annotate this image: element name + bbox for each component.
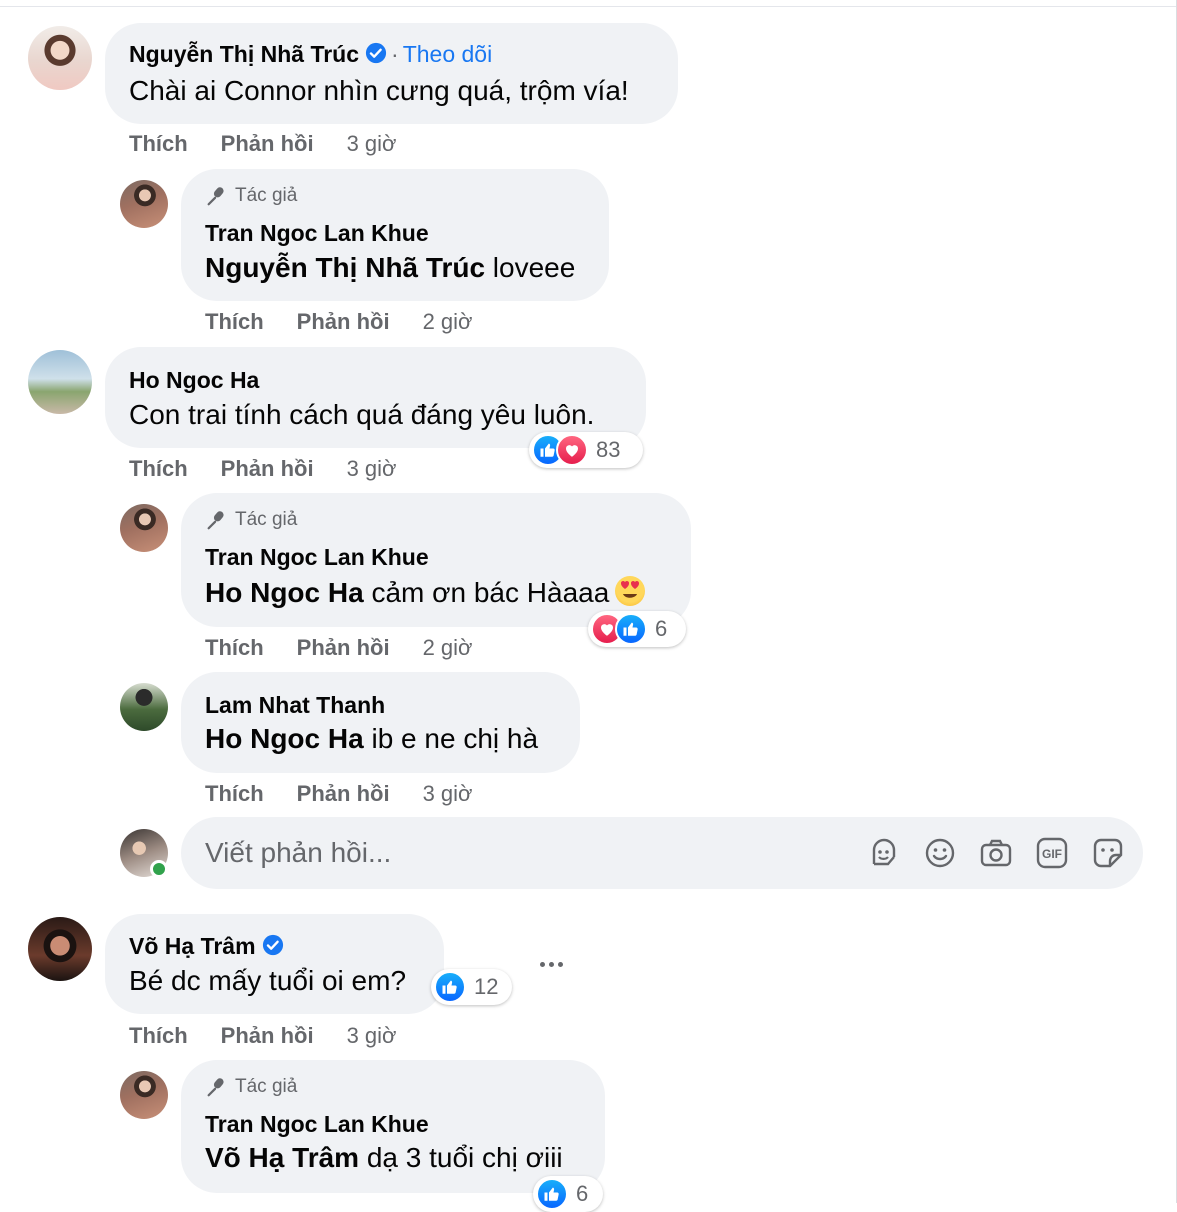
comment-author: Võ Hạ Trâm bbox=[129, 933, 284, 960]
reply-text-body: ib e ne chị hà bbox=[363, 723, 539, 754]
reaction-count: 83 bbox=[596, 437, 621, 462]
reply-text: Võ Hạ Trâm dạ 3 tuổi chị ơiii bbox=[205, 1142, 563, 1174]
reply-link[interactable]: Phản hồi bbox=[297, 635, 390, 661]
like-link[interactable]: Thích bbox=[205, 635, 264, 661]
reaction-summary[interactable]: 83 bbox=[529, 432, 643, 468]
like-link[interactable]: Thích bbox=[205, 309, 264, 335]
avatar[interactable] bbox=[28, 350, 92, 414]
reply-text-body: loveee bbox=[485, 252, 576, 283]
comment-timestamp[interactable]: 3 giờ bbox=[347, 131, 397, 157]
comment-timestamp[interactable]: 3 giờ bbox=[347, 456, 397, 482]
like-reaction-icon bbox=[536, 1178, 568, 1210]
heart-eyes-emoji-icon bbox=[615, 576, 646, 606]
mention-link[interactable]: Ho Ngoc Ha bbox=[205, 577, 364, 608]
reply-author-name[interactable]: Tran Ngoc Lan Khue bbox=[205, 1111, 429, 1138]
verified-badge-icon bbox=[262, 934, 283, 956]
reply-bubble: Lam Nhat Thanh Ho Ngoc Ha ib e ne chị hà bbox=[181, 672, 580, 773]
online-status-indicator bbox=[150, 860, 168, 878]
like-link[interactable]: Thích bbox=[129, 131, 188, 157]
author-badge-label: Tác giả bbox=[235, 509, 298, 530]
microphone-icon bbox=[207, 1078, 224, 1097]
love-reaction-icon bbox=[556, 434, 588, 466]
reply-text-body: cảm ơn bác Hàaaa bbox=[363, 577, 610, 608]
avatar[interactable] bbox=[28, 26, 92, 90]
reply-actions: Thích Phản hồi 2 giờ bbox=[205, 309, 472, 335]
reply-link[interactable]: Phản hồi bbox=[221, 131, 314, 157]
avatar[interactable] bbox=[28, 917, 92, 981]
reply-input-placeholder: Viết phản hồi... bbox=[205, 837, 392, 868]
verified-badge-icon bbox=[365, 42, 387, 64]
comment-author: Nguyễn Thị Nhã Trúc · Theo dõi bbox=[129, 41, 492, 68]
reply-bubble: Tác giả Tran Ngoc Lan Khue Nguyễn Thị Nh… bbox=[181, 169, 609, 301]
reaction-count: 12 bbox=[474, 974, 499, 999]
comment-text: Chài ai Connor nhìn cưng quá, trộm vía! bbox=[129, 75, 629, 106]
svg-text:GIF: GIF bbox=[1042, 847, 1062, 861]
reply-input[interactable]: Viết phản hồi... GIF bbox=[181, 817, 1143, 889]
reply-text: Nguyễn Thị Nhã Trúc loveee bbox=[205, 252, 575, 284]
top-divider bbox=[0, 6, 1177, 7]
reaction-count: 6 bbox=[576, 1181, 589, 1206]
reply-text: Ho Ngoc Ha cảm ơn bác Hàaaa bbox=[205, 576, 646, 609]
reply-author-name[interactable]: Lam Nhat Thanh bbox=[205, 692, 385, 719]
like-link[interactable]: Thích bbox=[129, 1023, 188, 1049]
reaction-count: 6 bbox=[655, 616, 668, 641]
reply-timestamp[interactable]: 3 giờ bbox=[423, 781, 473, 807]
reply-author-name[interactable]: Tran Ngoc Lan Khue bbox=[205, 544, 429, 571]
author-badge-label: Tác giả bbox=[235, 1076, 298, 1097]
reaction-summary[interactable]: 6 bbox=[588, 611, 686, 647]
reply-link[interactable]: Phản hồi bbox=[297, 781, 390, 807]
avatar-sticker-icon[interactable] bbox=[867, 836, 901, 870]
reply-text: Ho Ngoc Ha ib e ne chị hà bbox=[205, 723, 538, 755]
more-options-button[interactable] bbox=[533, 950, 569, 978]
comment-actions: Thích Phản hồi 3 giờ bbox=[129, 456, 396, 482]
like-link[interactable]: Thích bbox=[205, 781, 264, 807]
comment-author-name[interactable]: Võ Hạ Trâm bbox=[129, 933, 256, 959]
emoji-icon[interactable] bbox=[923, 836, 957, 870]
comment-bubble: Nguyễn Thị Nhã Trúc · Theo dõi Chài ai Con… bbox=[105, 23, 678, 124]
reply-bubble: Tác giả Tran Ngoc Lan Khue Võ Hạ Trâm dạ… bbox=[181, 1060, 605, 1193]
reply-link[interactable]: Phản hồi bbox=[297, 309, 390, 335]
comment-timestamp[interactable]: 3 giờ bbox=[347, 1023, 397, 1049]
mention-link[interactable]: Võ Hạ Trâm bbox=[205, 1142, 359, 1173]
comment-bubble: Võ Hạ Trâm Bé dc mấy tuổi oi em? bbox=[105, 914, 444, 1014]
like-reaction-icon bbox=[434, 971, 466, 1003]
sticker-icon[interactable] bbox=[1091, 836, 1125, 870]
reaction-summary[interactable]: 6 bbox=[533, 1176, 603, 1212]
avatar[interactable] bbox=[120, 504, 168, 552]
mention-link[interactable]: Nguyễn Thị Nhã Trúc bbox=[205, 252, 485, 283]
reply-bubble: Tác giả Tran Ngoc Lan Khue Ho Ngoc Ha cả… bbox=[181, 493, 691, 627]
reply-timestamp[interactable]: 2 giờ bbox=[423, 635, 473, 661]
reaction-summary[interactable]: 12 bbox=[431, 969, 512, 1005]
reply-actions: Thích Phản hồi 3 giờ bbox=[205, 781, 472, 807]
comment-actions: Thích Phản hồi 3 giờ bbox=[129, 1023, 396, 1049]
author-badge: Tác giả bbox=[205, 509, 297, 531]
gif-icon[interactable]: GIF bbox=[1035, 836, 1069, 870]
camera-icon[interactable] bbox=[979, 836, 1013, 870]
avatar[interactable] bbox=[120, 180, 168, 228]
author-badge: Tác giả bbox=[205, 1076, 297, 1098]
avatar[interactable] bbox=[120, 683, 168, 731]
author-badge-label: Tác giả bbox=[235, 185, 298, 206]
like-reaction-icon bbox=[615, 613, 647, 645]
avatar[interactable] bbox=[120, 1071, 168, 1119]
reply-link[interactable]: Phản hồi bbox=[221, 1023, 314, 1049]
like-link[interactable]: Thích bbox=[129, 456, 188, 482]
reply-actions: Thích Phản hồi 2 giờ bbox=[205, 635, 472, 661]
separator-dot: · bbox=[391, 41, 399, 67]
microphone-icon bbox=[207, 511, 224, 530]
comment-text: Bé dc mấy tuổi oi em? bbox=[129, 965, 407, 996]
reply-text-body: dạ 3 tuổi chị ơiii bbox=[359, 1142, 563, 1173]
microphone-icon bbox=[207, 187, 224, 206]
comment-text: Con trai tính cách quá đáng yêu luôn. bbox=[129, 399, 595, 430]
comment-author-name[interactable]: Nguyễn Thị Nhã Trúc bbox=[129, 41, 359, 67]
reply-timestamp[interactable]: 2 giờ bbox=[423, 309, 473, 335]
reply-link[interactable]: Phản hồi bbox=[221, 456, 314, 482]
follow-link[interactable]: Theo dõi bbox=[403, 41, 493, 67]
author-badge: Tác giả bbox=[205, 185, 297, 207]
comment-actions: Thích Phản hồi 3 giờ bbox=[129, 131, 396, 157]
mention-link[interactable]: Ho Ngoc Ha bbox=[205, 723, 364, 754]
comment-author-name[interactable]: Ho Ngoc Ha bbox=[129, 367, 259, 394]
reply-author-name[interactable]: Tran Ngoc Lan Khue bbox=[205, 220, 429, 247]
